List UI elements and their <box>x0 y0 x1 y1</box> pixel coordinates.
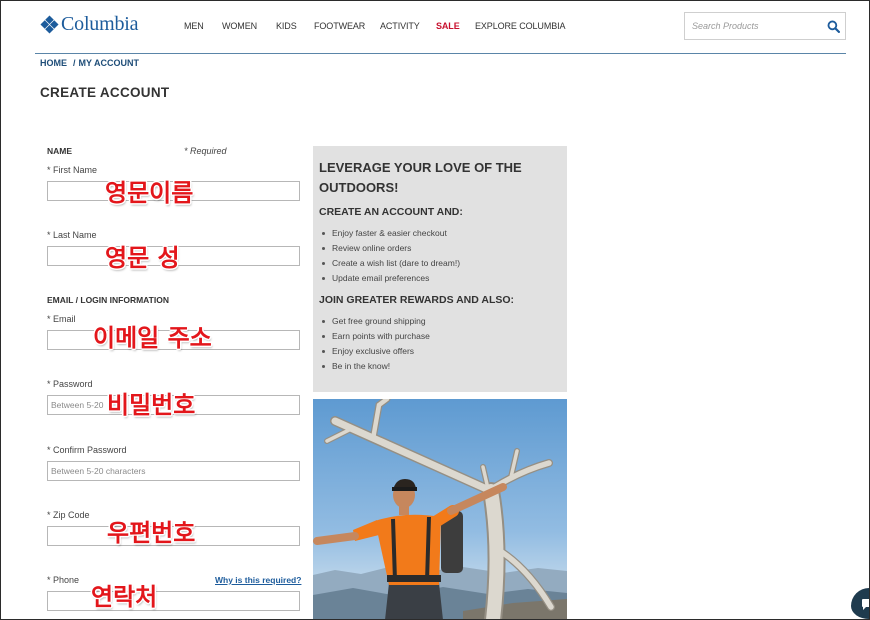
columbia-logo[interactable]: Columbia <box>40 13 138 35</box>
zip-code-label: * Zip Code <box>47 510 90 520</box>
annotation-phone: 연락처 <box>91 583 158 611</box>
annotation-last-name: 영문 성 <box>105 244 180 272</box>
list-item: Earn points with purchase <box>313 329 563 344</box>
rewards-heading: JOIN GREATER REWARDS AND ALSO: <box>319 294 515 306</box>
nav-item-explore-columbia[interactable]: EXPLORE COLUMBIA <box>475 21 566 32</box>
confirm-password-input[interactable] <box>47 461 300 481</box>
nav-item-women[interactable]: WOMEN <box>222 21 257 32</box>
first-name-label: * First Name <box>47 165 98 175</box>
annotation-zip-code: 우편번호 <box>107 519 196 547</box>
breadcrumb-current: MY ACCOUNT <box>78 58 140 68</box>
breadcrumb-home-link[interactable]: HOME <box>40 58 67 68</box>
nav-item-footwear[interactable]: FOOTWEAR <box>314 21 365 32</box>
search-button[interactable] <box>827 20 840 33</box>
required-note: * Required <box>184 146 227 156</box>
search-input[interactable] <box>692 13 820 39</box>
chat-button[interactable] <box>851 588 869 619</box>
list-item: Enjoy faster & easier checkout <box>313 226 563 241</box>
list-item: Be in the know! <box>313 359 563 374</box>
hiker-photo <box>313 399 567 620</box>
phone-label: * Phone <box>47 575 80 585</box>
list-item: Get free ground shipping <box>313 314 563 329</box>
annotation-email: 이메일 주소 <box>93 324 212 352</box>
last-name-label: * Last Name <box>47 230 97 240</box>
email-label: * Email <box>47 314 76 324</box>
hiker-photo-image <box>313 399 567 620</box>
password-label: * Password <box>47 379 93 389</box>
create-account-benefits: Enjoy faster & easier checkout Review on… <box>313 226 563 286</box>
confirm-password-label: * Confirm Password <box>47 445 127 455</box>
search-box <box>684 12 846 40</box>
annotation-password: 비밀번호 <box>107 391 196 419</box>
logo-text: Columbia <box>61 13 139 35</box>
create-account-page: Columbia MEN WOMEN KIDS FOOTWEAR ACTIVIT… <box>0 0 870 620</box>
list-item: Update email preferences <box>313 271 563 286</box>
phone-input[interactable] <box>47 591 300 611</box>
columbia-diamond-icon <box>40 14 59 34</box>
promo-heading: LEVERAGE YOUR LOVE OF THE OUTDOORS! <box>319 160 522 195</box>
header-divider <box>35 53 846 54</box>
chat-icon <box>862 599 869 610</box>
breadcrumb: HOME / MY ACCOUNT <box>40 58 139 69</box>
create-account-heading: CREATE AN ACCOUNT AND: <box>319 206 463 218</box>
page-title: CREATE ACCOUNT <box>40 85 170 100</box>
nav-item-kids[interactable]: KIDS <box>276 21 297 32</box>
list-item: Create a wish list (dare to dream!) <box>313 256 563 271</box>
nav-item-sale[interactable]: SALE <box>436 21 460 32</box>
search-icon <box>827 20 840 33</box>
nav-item-activity[interactable]: ACTIVITY <box>380 21 420 32</box>
list-item: Enjoy exclusive offers <box>313 344 563 359</box>
annotation-first-name: 영문이름 <box>105 179 194 207</box>
email-section-label: EMAIL / LOGIN INFORMATION <box>47 295 169 305</box>
nav-item-men[interactable]: MEN <box>184 21 204 32</box>
list-item: Review online orders <box>313 241 563 256</box>
rewards-benefits: Get free ground shipping Earn points wit… <box>313 314 563 374</box>
phone-why-required-link[interactable]: Why is this required? <box>215 575 301 585</box>
breadcrumb-separator: / <box>73 58 76 68</box>
name-section-label: NAME <box>47 146 73 156</box>
promo-panel: LEVERAGE YOUR LOVE OF THE OUTDOORS! CREA… <box>313 146 567 392</box>
